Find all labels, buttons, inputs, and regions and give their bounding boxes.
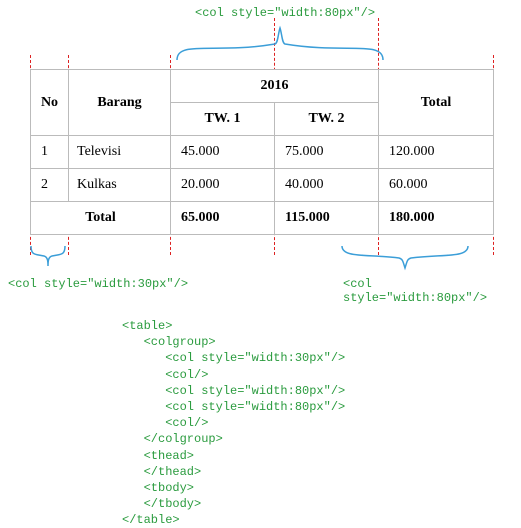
table-row: 2 Kulkas 20.000 40.000 60.000 bbox=[31, 169, 494, 202]
brace-bottom-left-icon bbox=[8, 244, 78, 272]
annotation-top: <col style="width:80px"/> bbox=[175, 6, 385, 67]
th-no: No bbox=[31, 70, 69, 136]
cell-tw1: 45.000 bbox=[171, 136, 275, 169]
th-barang: Barang bbox=[69, 70, 171, 136]
cell-barang: Televisi bbox=[69, 136, 171, 169]
code-snippet: <table> <colgroup> <col style="width:30p… bbox=[122, 318, 345, 528]
cell-barang: Kulkas bbox=[69, 169, 171, 202]
cell-total-tw1: 65.000 bbox=[171, 202, 275, 235]
th-total: Total bbox=[379, 70, 494, 136]
annotation-bottom-left: <col style="width:30px"/> bbox=[8, 244, 188, 291]
cell-tw2: 75.000 bbox=[275, 136, 379, 169]
cell-total-label: Total bbox=[31, 202, 171, 235]
total-row: Total 65.000 115.000 180.000 bbox=[31, 202, 494, 235]
cell-total-tw2: 115.000 bbox=[275, 202, 379, 235]
table-row: 1 Televisi 45.000 75.000 120.000 bbox=[31, 136, 494, 169]
annotation-bottom-right: <col style="width:80px"/> bbox=[337, 244, 521, 305]
brace-top-icon bbox=[175, 20, 385, 62]
cell-no: 2 bbox=[31, 169, 69, 202]
th-tw1: TW. 1 bbox=[171, 103, 275, 136]
th-year: 2016 bbox=[171, 70, 379, 103]
annotation-br-text: <col style="width:80px"/> bbox=[343, 277, 521, 305]
annotation-bl-text: <col style="width:30px"/> bbox=[8, 277, 188, 291]
data-table-wrap: No Barang 2016 Total TW. 1 TW. 2 1 Telev… bbox=[30, 69, 494, 235]
cell-total: 60.000 bbox=[379, 169, 494, 202]
header-row-1: No Barang 2016 Total bbox=[31, 70, 494, 103]
cell-total: 120.000 bbox=[379, 136, 494, 169]
annotation-top-text: <col style="width:80px"/> bbox=[195, 6, 385, 20]
th-tw2: TW. 2 bbox=[275, 103, 379, 136]
cell-no: 1 bbox=[31, 136, 69, 169]
data-table: No Barang 2016 Total TW. 1 TW. 2 1 Telev… bbox=[30, 69, 494, 235]
cell-tw2: 40.000 bbox=[275, 169, 379, 202]
cell-total-total: 180.000 bbox=[379, 202, 494, 235]
brace-bottom-right-icon bbox=[337, 244, 477, 272]
cell-tw1: 20.000 bbox=[171, 169, 275, 202]
